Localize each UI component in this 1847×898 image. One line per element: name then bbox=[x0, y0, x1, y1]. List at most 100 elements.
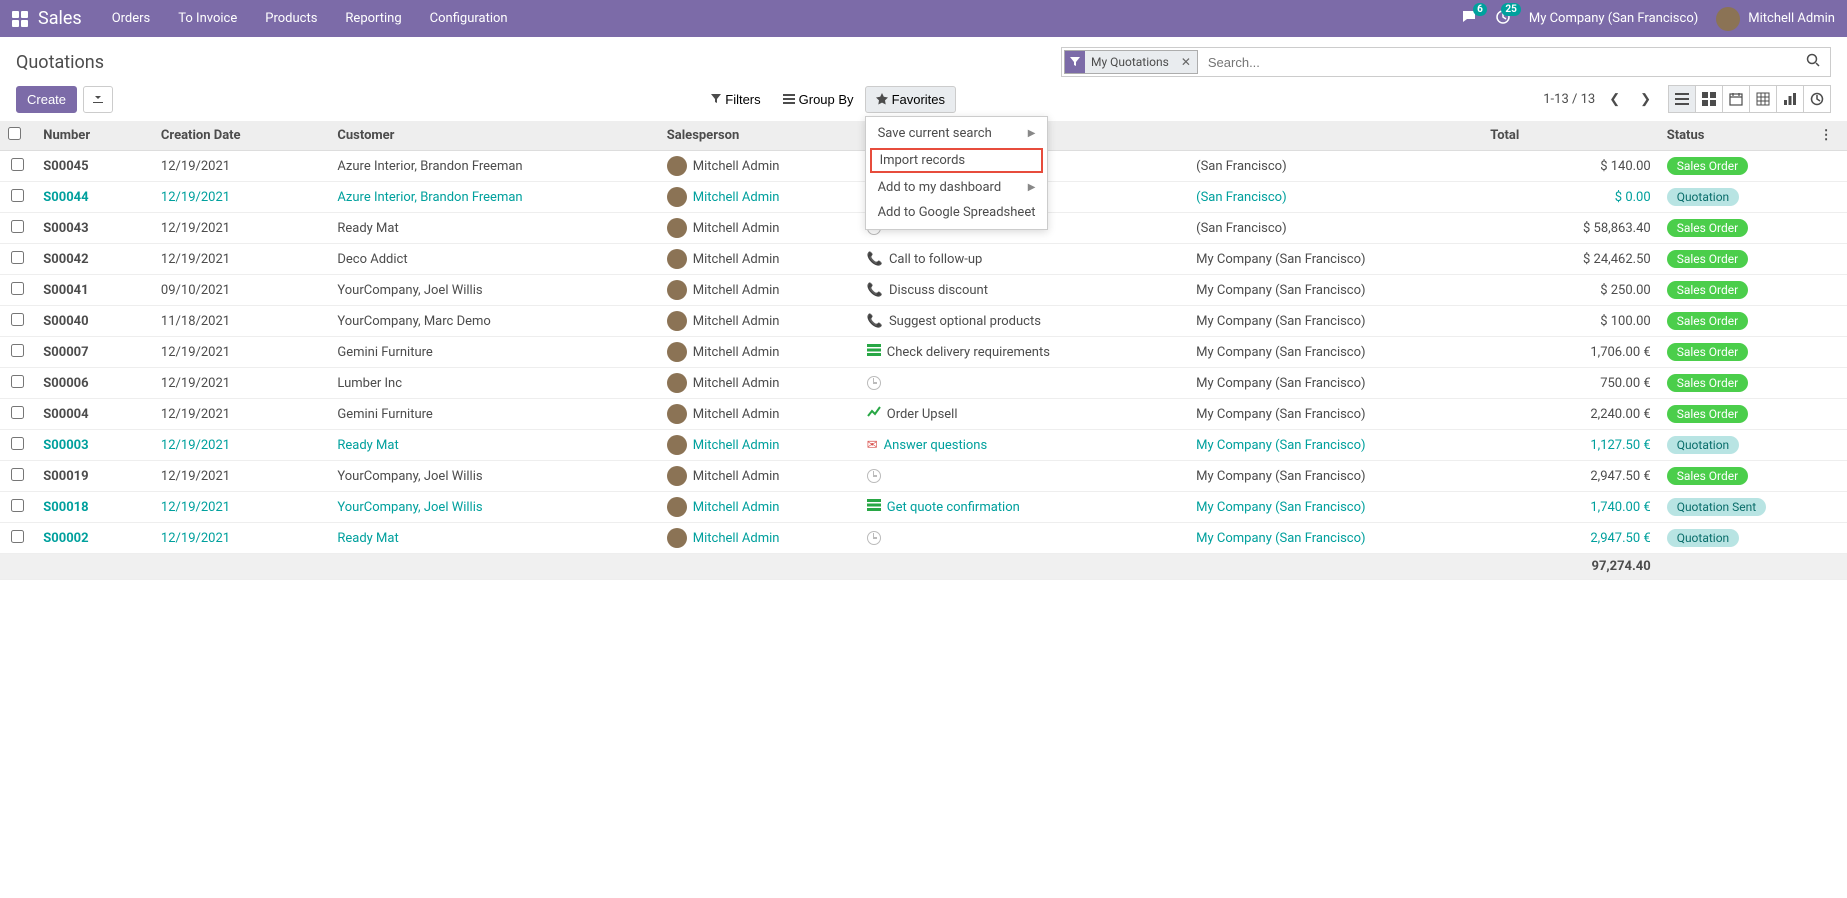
cell-number[interactable]: S00002 bbox=[35, 523, 153, 554]
cell-company[interactable]: My Company (San Francisco) bbox=[1188, 368, 1482, 399]
cell-status[interactable]: Quotation bbox=[1659, 430, 1812, 461]
view-activity[interactable] bbox=[1803, 85, 1831, 113]
table-row[interactable]: S0001912/19/2021YourCompany, Joel Willis… bbox=[0, 461, 1847, 492]
table-row[interactable]: S0004109/10/2021YourCompany, Joel Willis… bbox=[0, 275, 1847, 306]
cell-total[interactable]: 2,240.00 € bbox=[1482, 399, 1658, 430]
cell-activity[interactable]: Order Upsell bbox=[859, 399, 1188, 430]
nav-reporting[interactable]: Reporting bbox=[345, 11, 401, 26]
cell-customer[interactable]: YourCompany, Marc Demo bbox=[329, 306, 658, 337]
cell-number[interactable]: S00019 bbox=[35, 461, 153, 492]
table-row[interactable]: S0000412/19/2021Gemini FurnitureMitchell… bbox=[0, 399, 1847, 430]
row-checkbox[interactable] bbox=[11, 468, 24, 481]
search-icon[interactable] bbox=[1796, 53, 1830, 71]
cell-activity[interactable]: Check delivery requirements bbox=[859, 337, 1188, 368]
col-number[interactable]: Number bbox=[35, 121, 153, 151]
cell-company[interactable]: (San Francisco) bbox=[1188, 213, 1482, 244]
row-checkbox[interactable] bbox=[11, 406, 24, 419]
search-input[interactable] bbox=[1200, 48, 1796, 76]
cell-salesperson[interactable]: Mitchell Admin bbox=[659, 399, 859, 430]
cell-number[interactable]: S00041 bbox=[35, 275, 153, 306]
clock-icon[interactable] bbox=[867, 469, 881, 483]
cell-company[interactable]: My Company (San Francisco) bbox=[1188, 492, 1482, 523]
cell-number[interactable]: S00007 bbox=[35, 337, 153, 368]
cell-customer[interactable]: Deco Addict bbox=[329, 244, 658, 275]
row-checkbox[interactable] bbox=[11, 530, 24, 543]
cell-number[interactable]: S00042 bbox=[35, 244, 153, 275]
cell-status[interactable]: Sales Order bbox=[1659, 399, 1812, 430]
cell-date[interactable]: 12/19/2021 bbox=[153, 430, 329, 461]
cell-activity[interactable]: Get quote confirmation bbox=[859, 492, 1188, 523]
row-checkbox[interactable] bbox=[11, 220, 24, 233]
cell-salesperson[interactable]: Mitchell Admin bbox=[659, 151, 859, 182]
table-row[interactable]: S0000712/19/2021Gemini FurnitureMitchell… bbox=[0, 337, 1847, 368]
bars-icon[interactable] bbox=[867, 344, 881, 360]
cell-company[interactable]: (San Francisco) bbox=[1188, 151, 1482, 182]
phone-icon[interactable]: 📞 bbox=[867, 283, 883, 298]
cell-company[interactable]: My Company (San Francisco) bbox=[1188, 275, 1482, 306]
groupby-button[interactable]: Group By bbox=[772, 86, 865, 113]
table-row[interactable]: S0004212/19/2021Deco AddictMitchell Admi… bbox=[0, 244, 1847, 275]
cell-customer[interactable]: Gemini Furniture bbox=[329, 399, 658, 430]
cell-company[interactable]: My Company (San Francisco) bbox=[1188, 306, 1482, 337]
mail-icon[interactable]: ✉ bbox=[867, 438, 878, 453]
cell-company[interactable]: My Company (San Francisco) bbox=[1188, 461, 1482, 492]
cell-company[interactable]: My Company (San Francisco) bbox=[1188, 337, 1482, 368]
cell-customer[interactable]: Gemini Furniture bbox=[329, 337, 658, 368]
cell-status[interactable]: Quotation bbox=[1659, 523, 1812, 554]
favorites-button[interactable]: Favorites bbox=[865, 86, 956, 113]
cell-salesperson[interactable]: Mitchell Admin bbox=[659, 492, 859, 523]
row-checkbox[interactable] bbox=[11, 158, 24, 171]
row-checkbox[interactable] bbox=[11, 313, 24, 326]
pager-prev[interactable]: ❮ bbox=[1603, 88, 1626, 111]
cell-total[interactable]: 750.00 € bbox=[1482, 368, 1658, 399]
cell-status[interactable]: Sales Order bbox=[1659, 244, 1812, 275]
cell-status[interactable]: Quotation Sent bbox=[1659, 492, 1812, 523]
col-options[interactable]: ⋮ bbox=[1812, 121, 1847, 151]
cell-customer[interactable]: Azure Interior, Brandon Freeman bbox=[329, 182, 658, 213]
cell-status[interactable]: Quotation bbox=[1659, 182, 1812, 213]
facet-remove[interactable]: ✕ bbox=[1175, 55, 1197, 69]
cell-activity[interactable] bbox=[859, 523, 1188, 554]
cell-date[interactable]: 12/19/2021 bbox=[153, 337, 329, 368]
table-row[interactable]: S0000312/19/2021Ready MatMitchell Admin✉… bbox=[0, 430, 1847, 461]
table-row[interactable]: S0000612/19/2021Lumber IncMitchell Admin… bbox=[0, 368, 1847, 399]
cell-total[interactable]: 1,740.00 € bbox=[1482, 492, 1658, 523]
cell-activity[interactable]: 📞Suggest optional products bbox=[859, 306, 1188, 337]
nav-to-invoice[interactable]: To Invoice bbox=[178, 11, 237, 26]
cell-salesperson[interactable]: Mitchell Admin bbox=[659, 244, 859, 275]
pager-next[interactable]: ❯ bbox=[1634, 88, 1657, 111]
cell-number[interactable]: S00006 bbox=[35, 368, 153, 399]
row-checkbox[interactable] bbox=[11, 251, 24, 264]
col-total[interactable]: Total bbox=[1482, 121, 1658, 151]
cell-total[interactable]: $ 140.00 bbox=[1482, 151, 1658, 182]
cell-total[interactable]: 1,706.00 € bbox=[1482, 337, 1658, 368]
nav-products[interactable]: Products bbox=[265, 11, 317, 26]
cell-salesperson[interactable]: Mitchell Admin bbox=[659, 275, 859, 306]
col-date[interactable]: Creation Date bbox=[153, 121, 329, 151]
download-button[interactable] bbox=[83, 86, 113, 113]
cell-total[interactable]: 2,947.50 € bbox=[1482, 461, 1658, 492]
cell-status[interactable]: Sales Order bbox=[1659, 461, 1812, 492]
dd-add-google[interactable]: Add to Google Spreadsheet bbox=[866, 200, 1048, 225]
cell-number[interactable]: S00044 bbox=[35, 182, 153, 213]
cell-salesperson[interactable]: Mitchell Admin bbox=[659, 306, 859, 337]
cell-company[interactable]: My Company (San Francisco) bbox=[1188, 523, 1482, 554]
cell-date[interactable]: 11/18/2021 bbox=[153, 306, 329, 337]
nav-configuration[interactable]: Configuration bbox=[430, 11, 508, 26]
cell-total[interactable]: 1,127.50 € bbox=[1482, 430, 1658, 461]
cell-number[interactable]: S00043 bbox=[35, 213, 153, 244]
cell-customer[interactable]: Azure Interior, Brandon Freeman bbox=[329, 151, 658, 182]
row-checkbox[interactable] bbox=[11, 344, 24, 357]
cell-customer[interactable]: Ready Mat bbox=[329, 430, 658, 461]
dd-save-search[interactable]: Save current search▶ bbox=[866, 121, 1048, 146]
cell-company[interactable]: My Company (San Francisco) bbox=[1188, 244, 1482, 275]
row-checkbox[interactable] bbox=[11, 375, 24, 388]
nav-orders[interactable]: Orders bbox=[112, 11, 151, 26]
cell-activity[interactable]: 📞Call to follow-up bbox=[859, 244, 1188, 275]
cell-total[interactable]: $ 100.00 bbox=[1482, 306, 1658, 337]
cell-date[interactable]: 12/19/2021 bbox=[153, 523, 329, 554]
create-button[interactable]: Create bbox=[16, 86, 77, 113]
cell-customer[interactable]: YourCompany, Joel Willis bbox=[329, 275, 658, 306]
view-calendar[interactable] bbox=[1722, 85, 1750, 113]
view-kanban[interactable] bbox=[1695, 85, 1723, 113]
